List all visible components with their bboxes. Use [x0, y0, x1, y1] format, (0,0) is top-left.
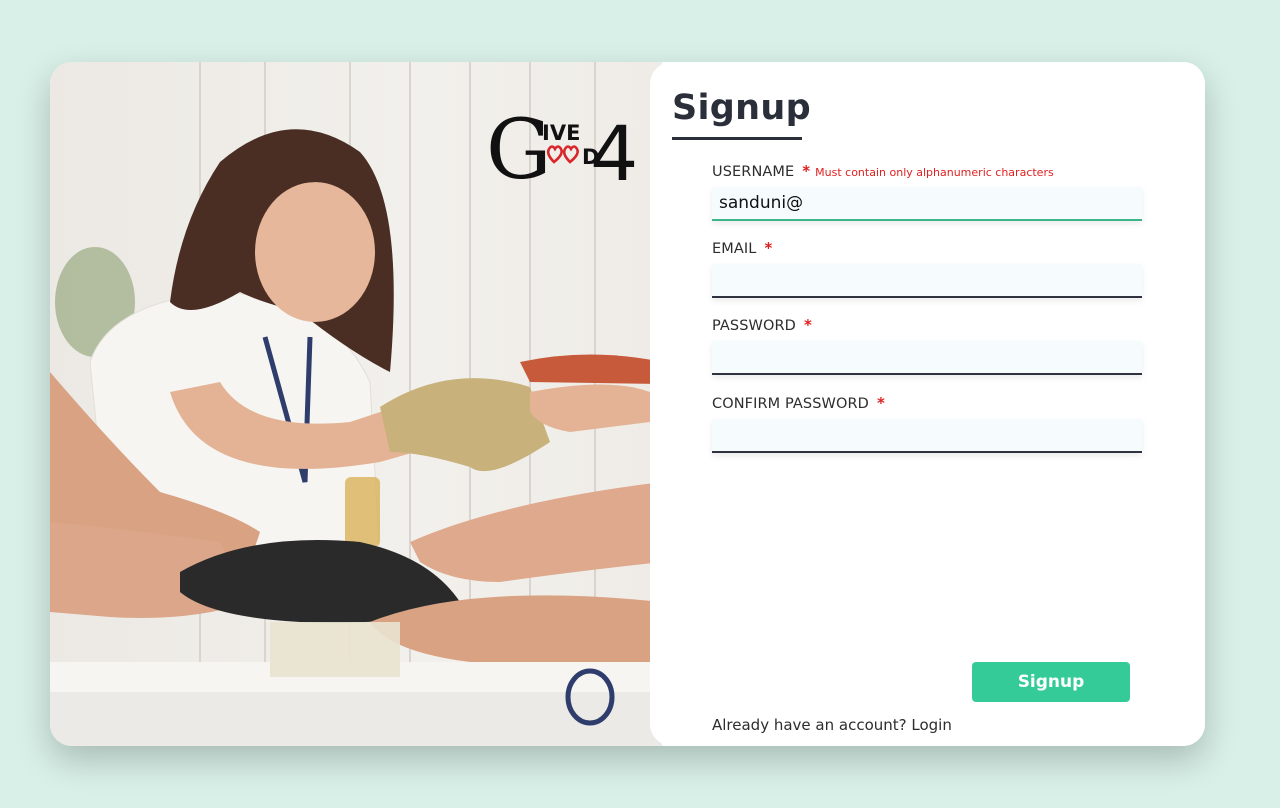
username-input[interactable]	[712, 187, 1142, 221]
required-marker: *	[876, 394, 885, 412]
username-validation-hint: Must contain only alphanumeric character…	[815, 166, 1054, 179]
signup-button[interactable]: Signup	[972, 662, 1130, 702]
signup-form-panel: Signup USERNAME * Must contain only alph…	[650, 62, 1205, 746]
email-label: EMAIL	[712, 241, 757, 257]
hero-photo: G IVE D 4	[50, 62, 662, 746]
password-input[interactable]	[712, 341, 1142, 375]
logo-text-ive: IVE	[542, 121, 580, 145]
title-underline	[672, 137, 800, 140]
heart-icon	[546, 145, 579, 164]
username-field: USERNAME * Must contain only alphanumeri…	[712, 162, 1142, 221]
confirm-password-label: CONFIRM PASSWORD	[712, 396, 869, 412]
logo-number-4: 4	[590, 109, 636, 188]
title-underline-dot	[799, 137, 802, 140]
give4good-logo: G IVE D 4	[486, 102, 638, 198]
email-input[interactable]	[712, 264, 1142, 298]
email-field: EMAIL *	[712, 239, 1142, 298]
page-title: Signup	[672, 88, 811, 128]
signup-card: G IVE D 4 Signup USERNAME * Must contain…	[50, 62, 1205, 746]
confirm-password-field: CONFIRM PASSWORD *	[712, 394, 1142, 453]
password-label: PASSWORD	[712, 318, 796, 334]
login-link[interactable]: Already have an account? Login	[712, 716, 952, 734]
password-field: PASSWORD *	[712, 316, 1142, 375]
required-marker: *	[764, 239, 773, 257]
logo-letter-g: G	[486, 103, 552, 188]
username-label: USERNAME	[712, 164, 795, 180]
required-marker: *	[802, 162, 811, 180]
confirm-password-input[interactable]	[712, 419, 1142, 453]
required-marker: *	[803, 316, 812, 334]
